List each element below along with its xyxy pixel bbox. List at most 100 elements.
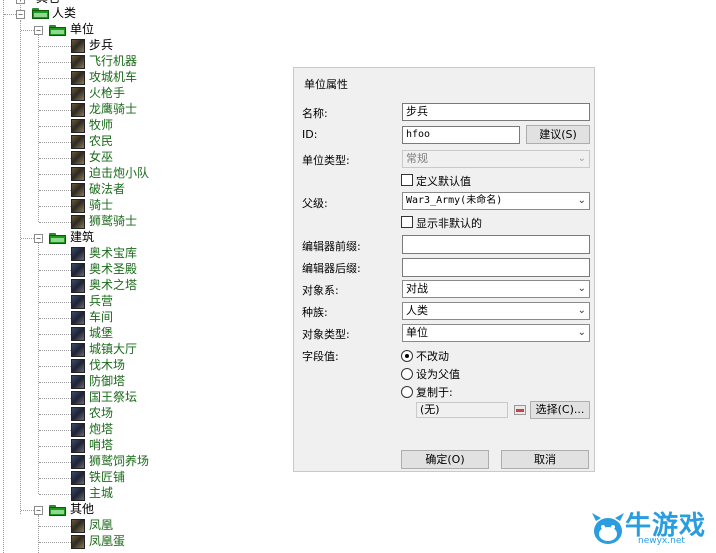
unit-portrait-icon <box>71 439 85 453</box>
editor-prefix-label: 编辑器前缀: <box>302 240 361 253</box>
custom-default-label[interactable]: 定义默认值 <box>416 173 471 189</box>
expand-toggle[interactable]: + <box>16 0 25 4</box>
radio-copy-from-label[interactable]: 复制于: <box>416 384 453 400</box>
tree-item[interactable]: 主城 <box>89 486 113 501</box>
tree-item[interactable]: 奥术圣殿 <box>89 262 137 277</box>
tree-item[interactable]: 哨塔 <box>89 438 113 453</box>
unit-portrait-icon <box>71 327 85 341</box>
tree-item[interactable]: 奥术宝库 <box>89 246 137 261</box>
folder-open-icon <box>49 505 66 516</box>
copy-from-field: (无) <box>416 402 508 418</box>
tree-item[interactable]: 女巫 <box>89 150 113 165</box>
editor-prefix-field[interactable] <box>402 235 590 254</box>
tree-item[interactable]: 狮鹫饲养场 <box>89 454 149 469</box>
tree-item[interactable]: 龙鹰骑士 <box>89 102 137 117</box>
tree-item-selected[interactable]: 步兵 <box>89 38 113 53</box>
tree-item[interactable]: 城堡 <box>89 326 113 341</box>
tree-item[interactable]: 骑士 <box>89 198 113 213</box>
folder-open-icon <box>49 25 66 36</box>
tree-item[interactable]: 炮塔 <box>89 422 113 437</box>
tree-group-label[interactable]: 建筑 <box>70 230 94 245</box>
tree-category-label[interactable]: 人类 <box>52 6 76 21</box>
collapse-toggle[interactable]: − <box>34 506 43 515</box>
object-system-select[interactable]: 对战 ⌄ <box>402 280 590 298</box>
tree-guide-line <box>39 78 71 79</box>
tree-item[interactable]: 国王祭坛 <box>89 390 137 405</box>
chevron-down-icon: ⌄ <box>577 195 586 206</box>
folder-open-icon <box>32 8 49 19</box>
object-system-label: 对象系: <box>302 284 339 297</box>
radio-copy-from[interactable] <box>401 386 413 398</box>
name-field[interactable]: 步兵 <box>402 103 590 121</box>
tree-guide-line <box>39 478 71 479</box>
unit-portrait-icon <box>71 279 85 293</box>
id-field[interactable]: hfoo <box>402 126 520 144</box>
radio-no-change[interactable] <box>401 350 413 362</box>
tree-item[interactable]: 凤凰 <box>89 518 113 533</box>
tree-guide-line <box>39 206 71 207</box>
tree-item[interactable]: 狮鹫骑士 <box>89 214 137 229</box>
tree-item[interactable]: 破法者 <box>89 182 125 197</box>
tree-guide-line <box>39 158 71 159</box>
tree-item[interactable]: 铁匠铺 <box>89 470 125 485</box>
suggest-button[interactable]: 建议(S) <box>526 125 590 144</box>
radio-set-parent[interactable] <box>401 368 413 380</box>
collapse-toggle[interactable]: − <box>34 234 43 243</box>
tree-guide-line <box>39 430 71 431</box>
tree-guide-line <box>39 414 71 415</box>
chevron-down-icon: ⌄ <box>577 327 586 338</box>
tree-guide-line <box>39 350 71 351</box>
tree-guide-line <box>39 334 71 335</box>
unit-portrait-icon <box>71 359 85 373</box>
collapse-toggle[interactable]: − <box>34 26 43 35</box>
tree-guide-line <box>38 515 39 553</box>
tree-guide-line <box>21 510 34 511</box>
cancel-button[interactable]: 取消 <box>501 450 589 469</box>
tree-item[interactable]: 伐木场 <box>89 358 125 373</box>
object-type-select[interactable]: 单位 ⌄ <box>402 324 590 342</box>
unit-portrait-icon <box>71 263 85 277</box>
radio-no-change-label[interactable]: 不改动 <box>416 348 449 364</box>
parent-select[interactable]: War3_Army(未命名) ⌄ <box>402 192 590 210</box>
tree-item[interactable]: 迫击炮小队 <box>89 166 149 181</box>
tree-guide-line <box>4 14 16 15</box>
collapse-toggle[interactable]: − <box>16 10 25 19</box>
custom-default-checkbox[interactable] <box>401 174 413 186</box>
mascot-logo-icon <box>592 513 624 544</box>
tree-item[interactable]: 奥术之塔 <box>89 278 137 293</box>
unit-portrait-icon <box>71 535 85 549</box>
tree-item[interactable]: 兵营 <box>89 294 113 309</box>
tree-item[interactable]: 飞行机器 <box>89 54 137 69</box>
tree-guide-line <box>39 142 71 143</box>
unit-portrait-icon <box>71 247 85 261</box>
ok-button[interactable]: 确定(O) <box>401 450 489 469</box>
unit-portrait-icon <box>71 55 85 69</box>
watermark-sub: newyx.net <box>638 536 685 546</box>
tree-guide-line <box>39 254 71 255</box>
unit-portrait-icon <box>71 183 85 197</box>
tree-guide-line <box>39 462 71 463</box>
show-nondefault-label[interactable]: 显示非默认的 <box>416 215 482 231</box>
tree-item[interactable]: 农场 <box>89 406 113 421</box>
tree-group-label[interactable]: 单位 <box>70 22 94 37</box>
choose-button[interactable]: 选择(C)... <box>530 401 590 419</box>
tree-item[interactable]: 凤凰蛋 <box>89 534 125 549</box>
tree-item[interactable]: 攻城机车 <box>89 70 137 85</box>
unit-portrait-icon <box>71 295 85 309</box>
tree-guide-line <box>20 20 21 514</box>
unit-portrait-icon <box>71 407 85 421</box>
race-select[interactable]: 人类 ⌄ <box>402 302 590 320</box>
tree-item[interactable]: 火枪手 <box>89 86 125 101</box>
tree-item[interactable]: 城镇大厅 <box>89 342 137 357</box>
tree-item[interactable]: 牧师 <box>89 118 113 133</box>
unit-portrait-icon <box>71 167 85 181</box>
tree-item[interactable]: 车间 <box>89 310 113 325</box>
unit-portrait-icon <box>71 519 85 533</box>
tree-group-label[interactable]: 其他 <box>70 502 94 517</box>
radio-set-parent-label[interactable]: 设为父值 <box>416 366 460 382</box>
editor-suffix-field[interactable] <box>402 258 590 277</box>
show-nondefault-checkbox[interactable] <box>401 216 413 228</box>
tree-item[interactable]: 防御塔 <box>89 374 125 389</box>
site-watermark: 牛游戏 newyx.net <box>590 505 716 553</box>
tree-item[interactable]: 农民 <box>89 134 113 149</box>
